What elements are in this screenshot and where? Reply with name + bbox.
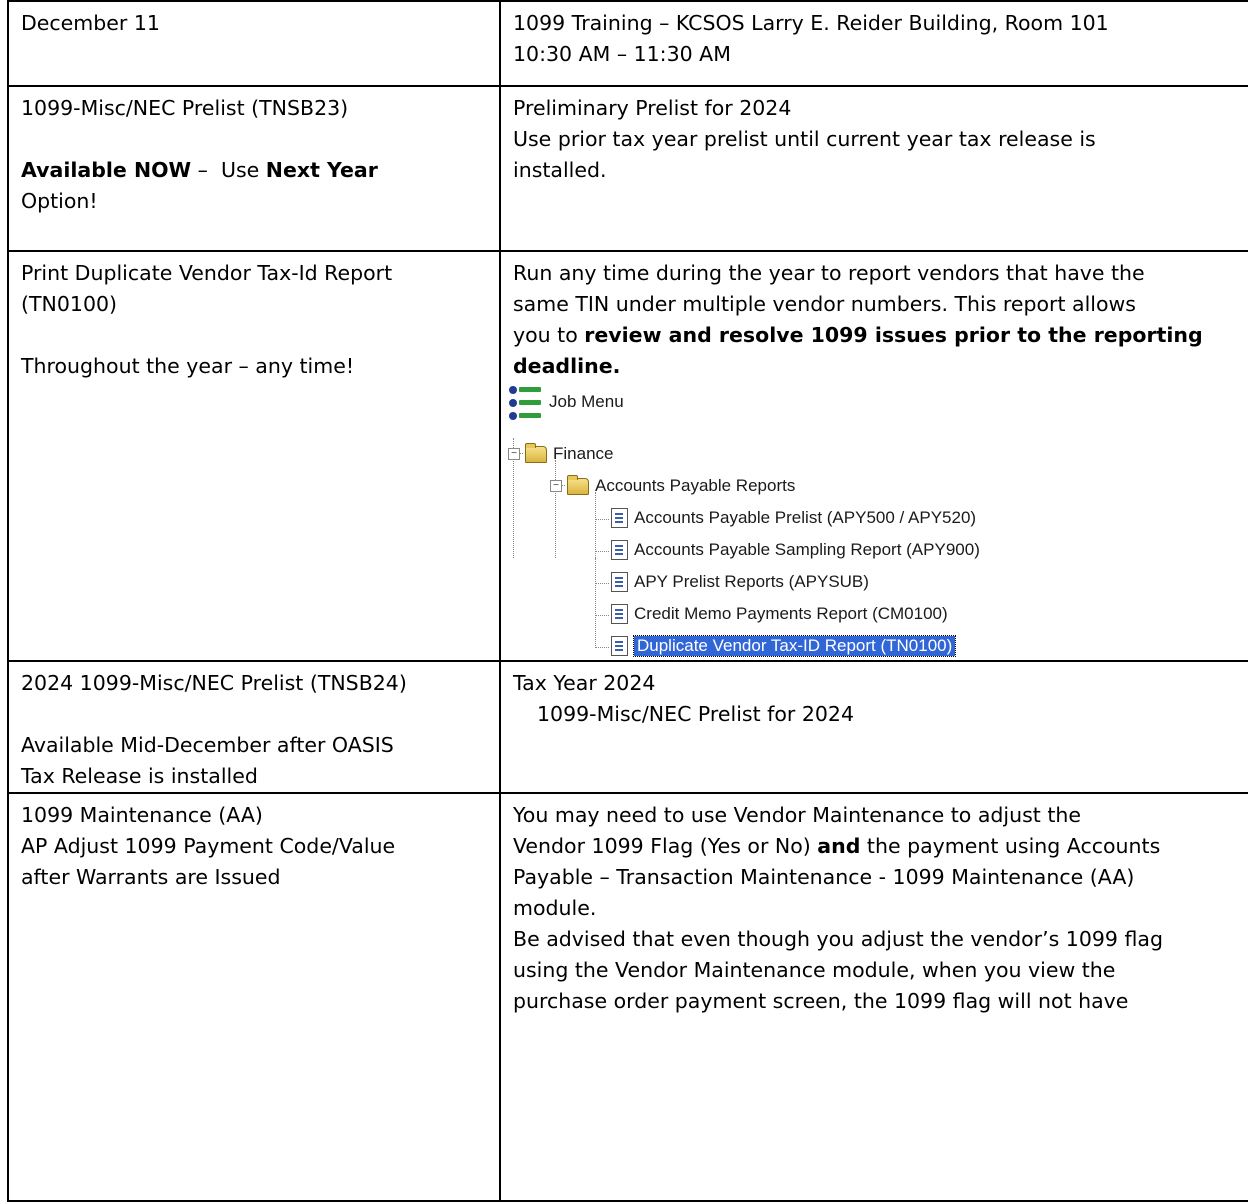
tree-item-label: APY Prelist Reports (APYSUB): [634, 572, 869, 591]
tree-item-duplicate-vendor[interactable]: Duplicate Vendor Tax-ID Report (TN0100): [611, 635, 957, 657]
tree-item-label: Duplicate Vendor Tax-ID Report (TN0100): [632, 635, 957, 657]
ap-reports-label: Accounts Payable Reports: [595, 476, 796, 495]
prelist-desc-3: installed.: [513, 158, 607, 182]
right-cell: Run any time during the year to report v…: [499, 250, 1248, 662]
dup-desc-3-bold: review and resolve 1099 issues prior to …: [584, 323, 1203, 347]
maint-text-2-tail: the payment using Accounts: [860, 834, 1161, 858]
prelist-2024-desc: 1099-Misc/NEC Prelist for 2024: [537, 702, 855, 726]
prelist-2024-title: 2024 1099-Misc/NEC Prelist (TNSB24): [21, 671, 407, 695]
left-cell: 1099 Maintenance (AA) AP Adjust 1099 Pay…: [7, 792, 501, 1202]
availability-note: Available NOW – Use Next Year: [21, 155, 487, 186]
right-cell: You may need to use Vendor Maintenance t…: [499, 792, 1248, 1202]
report-document-icon: [611, 572, 628, 592]
schedule-table: December 11 1099 Training – KCSOS Larry …: [7, 0, 1248, 1202]
prelist-desc-2: Use prior tax year prelist until current…: [513, 127, 1096, 151]
maint-text-2-plain: Vendor 1099 Flag (Yes or No): [513, 834, 818, 858]
report-document-icon: [611, 508, 628, 528]
table-row: 2024 1099-Misc/NEC Prelist (TNSB24) Avai…: [7, 660, 1248, 794]
collapse-ap-reports-icon[interactable]: −: [550, 480, 562, 492]
maintenance-desc-1: AP Adjust 1099 Payment Code/Value: [21, 834, 396, 858]
maint-text-5: Be advised that even though you adjust t…: [513, 927, 1163, 951]
folder-icon: [525, 442, 547, 463]
tree-item-ap-sampling[interactable]: Accounts Payable Sampling Report (APY900…: [611, 540, 980, 560]
collapse-finance-icon[interactable]: −: [508, 448, 520, 460]
dup-desc-2: same TIN under multiple vendor numbers. …: [513, 292, 1136, 316]
prelist-2024-avail-2: Tax Release is installed: [21, 764, 258, 788]
maintenance-title: 1099 Maintenance (AA): [21, 803, 263, 827]
right-cell: 1099 Training – KCSOS Larry E. Reider Bu…: [499, 0, 1248, 87]
dup-report-code: (TN0100): [21, 292, 118, 316]
tree-item-credit-memo[interactable]: Credit Memo Payments Report (CM0100): [611, 604, 948, 624]
tree-item-label: Accounts Payable Sampling Report (APY900…: [634, 540, 980, 559]
report-document-icon: [611, 604, 628, 624]
tree-item-label: Accounts Payable Prelist (APY500 / APY52…: [634, 508, 977, 527]
right-cell: Preliminary Prelist for 2024 Use prior t…: [499, 85, 1248, 252]
report-document-icon: [611, 636, 628, 656]
maint-text-6: using the Vendor Maintenance module, whe…: [513, 958, 1116, 982]
next-year: Next Year: [265, 158, 378, 182]
report-document-icon: [611, 540, 628, 560]
available-now: Available NOW: [21, 158, 192, 182]
event-date: December 11: [21, 11, 160, 35]
maint-text-2: Vendor 1099 Flag (Yes or No) and the pay…: [513, 831, 1243, 862]
job-menu-tree: Job Menu − Finance − Accounts Payable Re…: [502, 382, 1243, 659]
dup-desc-3-plain: you to: [513, 323, 585, 347]
right-cell: Tax Year 2024 1099-Misc/NEC Prelist for …: [499, 660, 1248, 794]
dup-report-timing: Throughout the year – any time!: [21, 354, 355, 378]
left-cell: Print Duplicate Vendor Tax-Id Report (TN…: [7, 250, 501, 662]
event-location: 1099 Training – KCSOS Larry E. Reider Bu…: [513, 11, 1109, 35]
finance-node[interactable]: Finance: [525, 442, 614, 464]
folder-icon: [567, 474, 589, 495]
prelist-2024-avail-1: Available Mid-December after OASIS: [21, 733, 394, 757]
dup-desc-3: you to review and resolve 1099 issues pr…: [513, 320, 1243, 351]
tree-item-label: Credit Memo Payments Report (CM0100): [634, 604, 948, 623]
option-text: Option!: [21, 189, 98, 213]
job-menu-node[interactable]: Job Menu: [505, 378, 624, 426]
dup-desc-1: Run any time during the year to report v…: [513, 261, 1145, 285]
job-menu-label: Job Menu: [549, 392, 624, 411]
table-row: December 11 1099 Training – KCSOS Larry …: [7, 0, 1248, 87]
and-text: and: [817, 834, 861, 858]
job-menu-icon: [505, 378, 543, 426]
finance-label: Finance: [553, 444, 614, 463]
maintenance-desc-2: after Warrants are Issued: [21, 865, 281, 889]
maint-text-4: module.: [513, 896, 597, 920]
tree-item-ap-prelist[interactable]: Accounts Payable Prelist (APY500 / APY52…: [611, 508, 976, 528]
table-row: Print Duplicate Vendor Tax-Id Report (TN…: [7, 250, 1248, 662]
tax-year-label: Tax Year 2024: [513, 671, 656, 695]
deadline-text: deadline.: [513, 354, 621, 378]
prelist-desc-1: Preliminary Prelist for 2024: [513, 96, 792, 120]
tree-item-apy-prelist[interactable]: APY Prelist Reports (APYSUB): [611, 572, 869, 592]
ap-reports-node[interactable]: Accounts Payable Reports: [567, 474, 796, 496]
left-cell: 1099-Misc/NEC Prelist (TNSB23) Available…: [7, 85, 501, 252]
left-cell: 2024 1099-Misc/NEC Prelist (TNSB24) Avai…: [7, 660, 501, 794]
maint-text-1: You may need to use Vendor Maintenance t…: [513, 803, 1081, 827]
maint-text-7: purchase order payment screen, the 1099 …: [513, 989, 1129, 1013]
event-time: 10:30 AM – 11:30 AM: [513, 42, 731, 66]
left-cell: December 11: [7, 0, 501, 87]
prelist-title: 1099-Misc/NEC Prelist (TNSB23): [21, 96, 349, 120]
dup-report-title: Print Duplicate Vendor Tax-Id Report: [21, 261, 393, 285]
table-row: 1099-Misc/NEC Prelist (TNSB23) Available…: [7, 85, 1248, 252]
maint-text-3: Payable – Transaction Maintenance - 1099…: [513, 865, 1135, 889]
table-row: 1099 Maintenance (AA) AP Adjust 1099 Pay…: [7, 792, 1248, 1202]
availability-mid: – Use: [191, 158, 266, 182]
